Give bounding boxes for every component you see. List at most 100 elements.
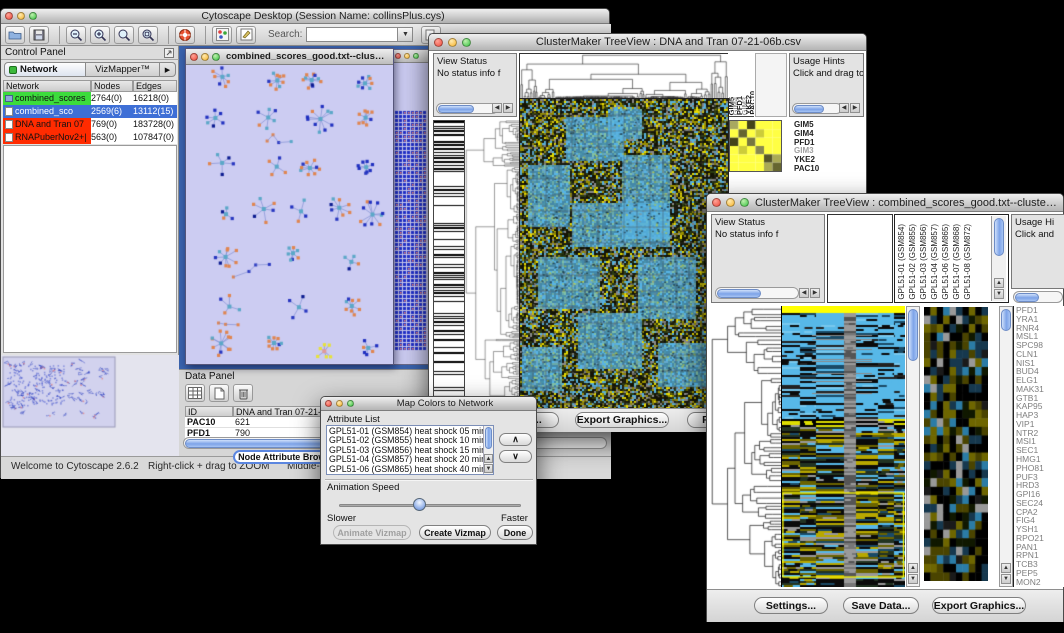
view-status-scrollbar[interactable] [715, 287, 799, 299]
row-label[interactable]: GIM5 [794, 120, 838, 129]
help-lifesaver-icon[interactable] [175, 26, 195, 44]
close-button[interactable] [395, 53, 401, 59]
titlebar[interactable] [392, 50, 430, 63]
close-button[interactable] [190, 53, 198, 61]
row-dendrogram[interactable] [711, 306, 781, 587]
network-table-row[interactable]: combined_sco 2569(6) 13112(15) [3, 105, 177, 118]
minimize-button[interactable] [448, 38, 457, 47]
save-data-button[interactable]: Save Data... [843, 597, 919, 614]
scrollbar-thumb[interactable] [717, 289, 761, 298]
zoom-button[interactable] [462, 38, 471, 47]
scroll-right-icon[interactable]: ▶ [810, 288, 820, 298]
dialog-titlebar[interactable]: Map Colors to Network [321, 397, 536, 411]
zoom-in-icon[interactable] [90, 26, 110, 44]
speed-slider-thumb[interactable] [413, 498, 426, 511]
table-grid-icon[interactable] [185, 384, 205, 402]
gene-label-strip[interactable] [433, 120, 465, 410]
scroll-down-icon[interactable]: ▼ [994, 289, 1004, 299]
attribute-list[interactable]: GPL51-01 (GSM854) heat shock 05 minGPL51… [326, 425, 494, 475]
attribute-item[interactable]: GPL51-07 (GSM868) heat shock 60 min [329, 474, 491, 475]
tab-network[interactable]: Network [4, 62, 86, 77]
row-label[interactable]: PFD1 [794, 138, 838, 147]
minimize-button[interactable] [17, 12, 25, 20]
gene-list-hscrollbar[interactable] [1013, 291, 1063, 303]
birdseye-view[interactable] [1, 355, 179, 456]
scrollbar-thumb[interactable] [1015, 293, 1039, 302]
search-dropdown-button[interactable]: ▼ [398, 27, 413, 42]
close-button[interactable] [712, 198, 721, 207]
move-up-button[interactable]: ∧ [499, 433, 532, 446]
trash-icon[interactable] [233, 384, 253, 402]
summary-vscrollbar[interactable]: ▲ ▼ [999, 306, 1013, 587]
column-dendrogram[interactable] [519, 53, 729, 100]
scroll-up-icon[interactable]: ▲ [484, 454, 493, 463]
close-button[interactable] [5, 12, 13, 20]
col-nodes[interactable]: Nodes [91, 80, 133, 92]
zoom-out-icon[interactable] [66, 26, 86, 44]
treeview2-titlebar[interactable]: ClusterMaker TreeView : combined_scores_… [707, 194, 1063, 212]
zoom-button[interactable] [413, 53, 419, 59]
attribute-list-vscrollbar[interactable]: ▲ ▼ [483, 426, 493, 474]
network-table-row[interactable]: DNA and Tran 07 769(0) 183728(0) [3, 118, 177, 131]
scroll-down-icon[interactable]: ▼ [484, 464, 493, 473]
zoom-selected-icon[interactable] [138, 26, 158, 44]
scroll-down-icon[interactable]: ▼ [1001, 574, 1011, 584]
usage-hints-scrollbar[interactable] [792, 103, 842, 114]
minimize-button[interactable] [404, 53, 410, 59]
scroll-down-icon[interactable]: ▼ [908, 574, 918, 584]
zoom-button[interactable] [740, 198, 749, 207]
col-network[interactable]: Network [3, 80, 91, 92]
scrollbar-thumb[interactable] [794, 105, 824, 113]
col-id[interactable]: ID [185, 406, 233, 417]
correlation-thumbnail[interactable] [729, 120, 782, 172]
treeview1-titlebar[interactable]: ClusterMaker TreeView : DNA and Tran 07-… [429, 34, 866, 51]
scroll-up-icon[interactable]: ▲ [908, 563, 918, 573]
save-icon[interactable] [29, 26, 49, 44]
zoom-whole-icon[interactable] [114, 26, 134, 44]
scrollbar-thumb[interactable] [485, 427, 492, 449]
scrollbar-thumb[interactable] [908, 309, 918, 361]
create-vizmap-button[interactable]: Create Vizmap [419, 525, 491, 540]
scroll-left-icon[interactable]: ◀ [839, 103, 849, 113]
col-edges[interactable]: Edges [133, 80, 177, 92]
scroll-up-icon[interactable]: ▲ [994, 278, 1004, 288]
scroll-right-icon[interactable]: ▶ [503, 103, 513, 113]
export-graphics-button[interactable]: Export Graphics... [575, 412, 669, 428]
cytoscape-titlebar[interactable]: Cytoscape Desktop (Session Name: collins… [1, 9, 609, 24]
annotation-icon[interactable] [236, 26, 256, 44]
export-graphics-button[interactable]: Export Graphics... [932, 597, 1026, 614]
row-label[interactable]: GIM4 [794, 129, 838, 138]
tab-vizmapper[interactable]: VizMapper™ [86, 62, 160, 77]
speed-slider-track[interactable] [339, 504, 521, 507]
animate-vizmap-button[interactable]: Animate Vizmap [333, 525, 411, 540]
network-table-row[interactable]: combined_scores 2764(0) 16218(0) [3, 92, 177, 105]
network-canvas[interactable] [186, 65, 393, 364]
scroll-right-icon[interactable]: ▶ [850, 103, 860, 113]
zoom-button[interactable] [347, 400, 354, 407]
minimize-button[interactable] [726, 198, 735, 207]
scrollbar-thumb[interactable] [1001, 309, 1011, 331]
search-input[interactable] [306, 27, 398, 42]
close-button[interactable] [434, 38, 443, 47]
network-table-row[interactable]: RNAPuberNov2+| 563(0) 107847(0) [3, 131, 177, 144]
move-down-button[interactable]: ∨ [499, 450, 532, 463]
view-status-scrollbar[interactable] [436, 103, 498, 114]
done-button[interactable]: Done [497, 525, 533, 540]
column-label[interactable]: GPL51-08 (GSM872) [964, 224, 975, 300]
close-button[interactable] [325, 400, 332, 407]
zoom-button[interactable] [29, 12, 37, 20]
open-folder-icon[interactable] [5, 26, 25, 44]
heatmap-main[interactable] [781, 306, 905, 587]
zoom-button[interactable] [212, 53, 220, 61]
float-panel-icon[interactable] [164, 48, 174, 58]
heatmap-main[interactable] [519, 98, 729, 410]
row-label[interactable]: YKE2 [794, 155, 838, 164]
tab-overflow-button[interactable]: ▶ [160, 62, 176, 77]
heatmap-summary[interactable] [924, 307, 988, 581]
column-labels-vscrollbar[interactable]: ▲ ▼ [991, 216, 1006, 301]
scroll-up-icon[interactable]: ▲ [1001, 563, 1011, 573]
gene-label[interactable]: MON2 [1016, 578, 1064, 587]
titlebar[interactable]: combined_scores_good.txt--cluste... [186, 49, 393, 65]
minimize-button[interactable] [201, 53, 209, 61]
minimize-button[interactable] [336, 400, 343, 407]
